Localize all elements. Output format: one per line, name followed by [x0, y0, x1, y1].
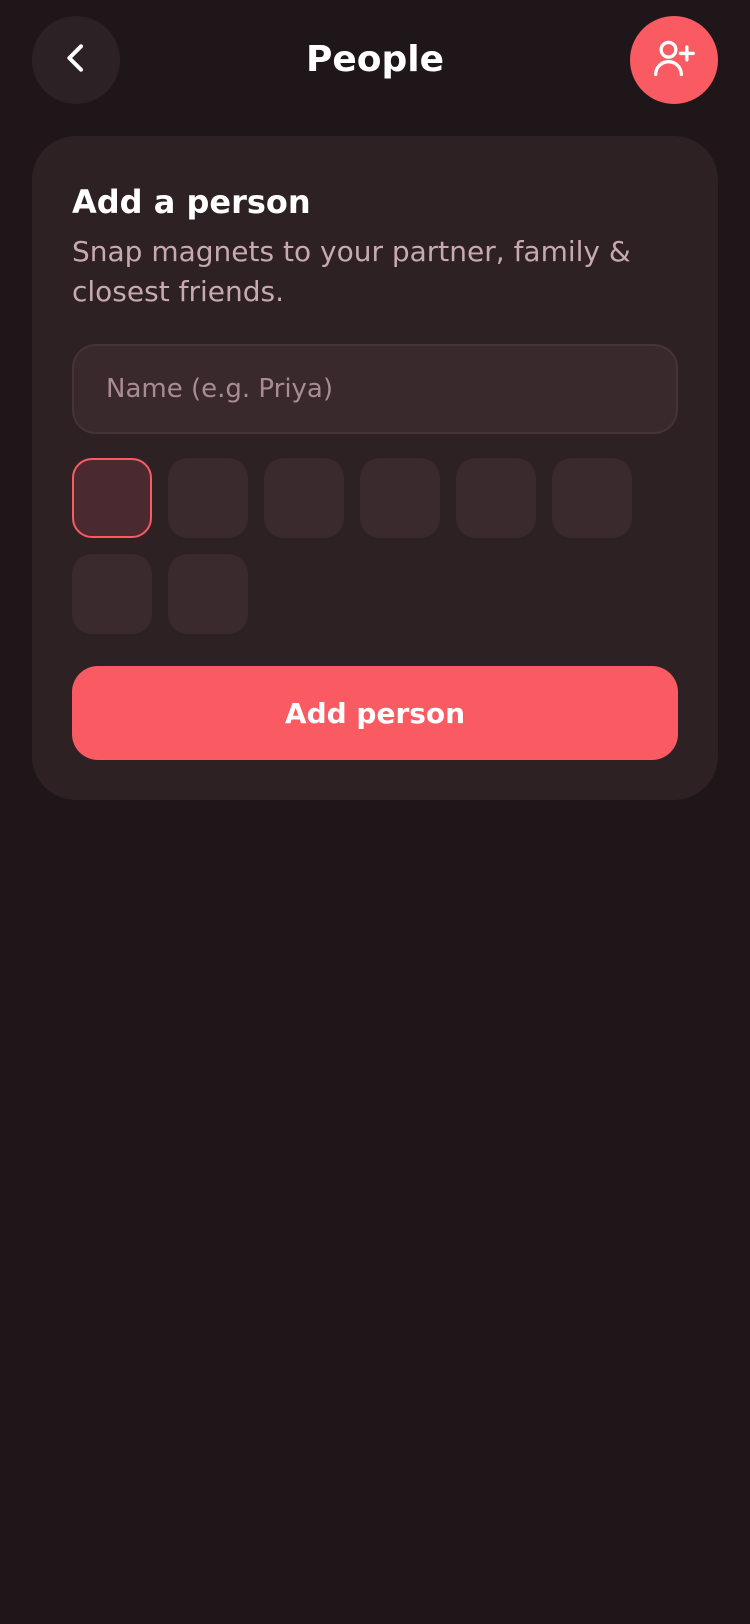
swatch-6[interactable]	[552, 458, 632, 538]
swatch-3[interactable]	[264, 458, 344, 538]
header: People	[32, 16, 718, 104]
swatch-4[interactable]	[360, 458, 440, 538]
swatch-8[interactable]	[168, 554, 248, 634]
card-title: Add a person	[72, 183, 311, 221]
swatch-5[interactable]	[456, 458, 536, 538]
page-title: People	[305, 39, 445, 80]
card-subtitle: Snap magnets to your partner, family & c…	[72, 235, 631, 308]
people-screen: People Add a person Snap magnets to your…	[0, 0, 750, 1624]
chevron-left-icon	[56, 38, 96, 82]
swatch-2[interactable]	[168, 458, 248, 538]
swatch-7[interactable]	[72, 554, 152, 634]
name-input[interactable]	[72, 344, 678, 434]
swatch-1[interactable]	[72, 458, 152, 538]
add-person-card: Add a person Snap magnets to your partne…	[32, 136, 718, 800]
add-person-header-button[interactable]	[630, 16, 718, 104]
user-plus-icon	[652, 36, 696, 84]
back-button[interactable]	[32, 16, 120, 104]
add-person-button[interactable]: Add person	[72, 666, 678, 760]
